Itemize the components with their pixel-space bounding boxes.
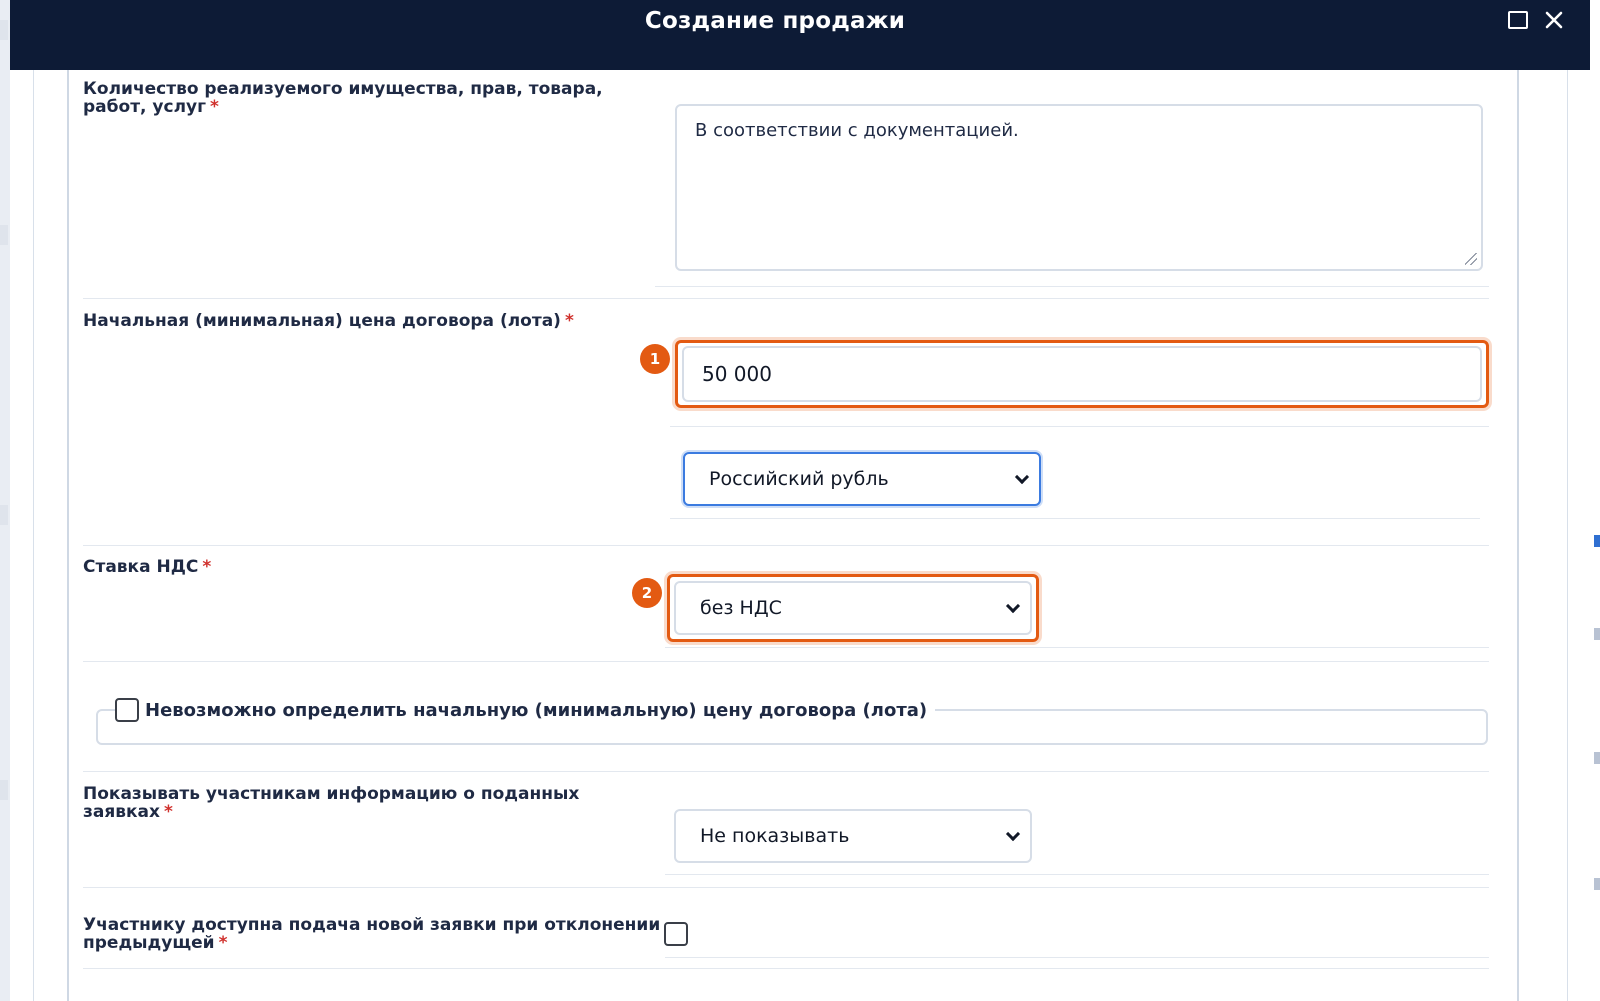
- quantity-value: В соответствии с документацией.: [695, 120, 1019, 141]
- divider: [83, 661, 1489, 662]
- divider: [83, 968, 1489, 969]
- vat-value: без НДС: [700, 597, 782, 619]
- divider: [670, 426, 1489, 427]
- maximize-icon: [1508, 11, 1528, 29]
- close-button[interactable]: [1542, 8, 1566, 32]
- show-bids-info-label: Показывать участникам информацию о подан…: [83, 785, 583, 821]
- quantity-label: Количество реализуемого имущества, прав,…: [83, 80, 603, 116]
- quantity-label-text: Количество реализуемого имущества, прав,…: [83, 79, 603, 117]
- vat-label-text: Ставка НДС: [83, 557, 199, 577]
- required-mark: *: [210, 97, 219, 117]
- price-undefined-legend: Невозможно определить начальную (минимал…: [115, 696, 936, 724]
- close-icon: [1545, 11, 1563, 29]
- start-price-label-text: Начальная (минимальная) цена договора (л…: [83, 311, 561, 331]
- resize-grip-icon[interactable]: [1465, 253, 1477, 265]
- background-fragment: [0, 780, 8, 800]
- price-undefined-label[interactable]: Невозможно определить начальную (минимал…: [145, 700, 927, 721]
- required-mark: *: [202, 557, 212, 577]
- divider: [665, 957, 1489, 958]
- background-fragment: [0, 20, 8, 40]
- background-fragment: [1594, 628, 1600, 640]
- required-mark: *: [164, 802, 173, 822]
- background-fragment: [0, 505, 8, 525]
- required-mark: *: [218, 933, 228, 953]
- chevron-down-icon: [1005, 598, 1021, 614]
- maximize-button[interactable]: [1506, 8, 1530, 32]
- chevron-down-icon: [1014, 469, 1030, 485]
- currency-value: Российский рубль: [709, 468, 889, 490]
- show-bids-info-label-text: Показывать участникам информацию о подан…: [83, 784, 580, 822]
- annotation-badge-2: 2: [632, 578, 662, 608]
- annotation-badge-1: 1: [640, 344, 670, 374]
- divider: [665, 874, 1489, 875]
- divider: [83, 887, 1489, 888]
- background-fragment: [0, 225, 8, 245]
- modal-header: Создание продажи: [10, 0, 1590, 70]
- show-bids-info-value: Не показывать: [700, 825, 850, 847]
- background-fragment: [1594, 878, 1600, 890]
- start-price-value: 50 000: [702, 362, 772, 386]
- divider: [83, 545, 1489, 546]
- show-bids-info-select[interactable]: Не показывать: [674, 809, 1032, 863]
- start-price-input[interactable]: 50 000: [682, 346, 1482, 402]
- chevron-down-icon: [1005, 826, 1021, 842]
- required-mark: *: [564, 311, 574, 331]
- divider: [83, 298, 1489, 299]
- quantity-textarea[interactable]: В соответствии с документацией.: [675, 104, 1483, 271]
- vat-select[interactable]: без НДС: [674, 581, 1032, 635]
- divider: [83, 771, 1489, 772]
- divider: [655, 286, 1489, 287]
- price-undefined-checkbox[interactable]: [115, 698, 139, 722]
- modal-title: Создание продажи: [644, 8, 906, 34]
- divider: [665, 647, 1489, 648]
- start-price-label: Начальная (минимальная) цена договора (л…: [83, 312, 574, 330]
- vat-label: Ставка НДС *: [83, 558, 211, 576]
- resubmit-checkbox[interactable]: [664, 922, 688, 946]
- resubmit-label-text: Участнику доступна подача новой заявки п…: [83, 915, 661, 953]
- background-fragment: [1594, 752, 1600, 764]
- resubmit-label: Участнику доступна подача новой заявки п…: [83, 916, 663, 952]
- currency-select[interactable]: Российский рубль: [683, 452, 1041, 506]
- background-fragment: [1594, 535, 1600, 547]
- create-sale-modal: Создание продажи Количество реализуемого…: [10, 0, 1590, 1001]
- divider: [670, 518, 1480, 519]
